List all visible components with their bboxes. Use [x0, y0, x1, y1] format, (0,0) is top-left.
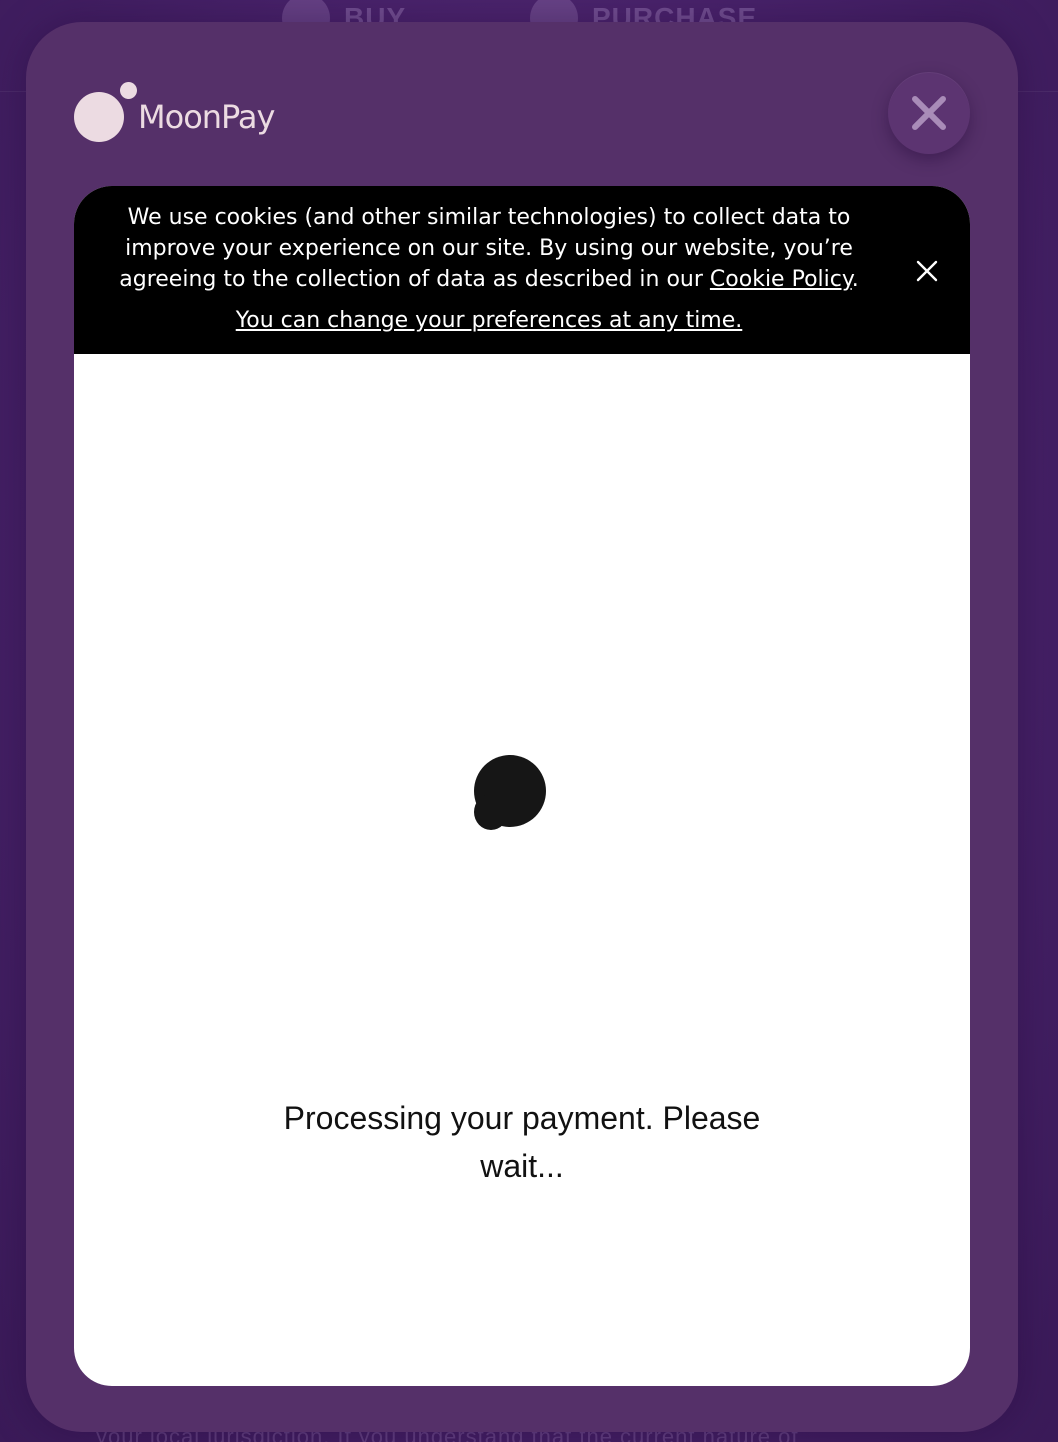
moonpay-logo: MoonPay	[74, 80, 275, 144]
cookie-preferences-link[interactable]: You can change your preferences at any t…	[104, 308, 874, 333]
cookie-banner: We use cookies (and other similar techno…	[74, 186, 970, 354]
loading-spinner	[472, 754, 550, 832]
cookie-banner-text: We use cookies (and other similar techno…	[104, 202, 874, 295]
payment-frame: We use cookies (and other similar techno…	[74, 186, 970, 1386]
modal-close-button[interactable]	[888, 72, 970, 154]
cookie-banner-period: .	[851, 267, 859, 292]
processing-message: Processing your payment. Please wait...	[283, 1100, 761, 1184]
moonpay-modal: MoonPay We use cookies (and other simila…	[26, 22, 1018, 1432]
cookie-policy-link[interactable]: Cookie Policy	[710, 267, 852, 292]
brand-name: MoonPay	[138, 98, 275, 136]
close-icon	[916, 260, 938, 282]
close-icon	[912, 96, 946, 130]
moonpay-logo-icon	[74, 80, 137, 144]
cookie-banner-close-button[interactable]	[912, 256, 942, 286]
